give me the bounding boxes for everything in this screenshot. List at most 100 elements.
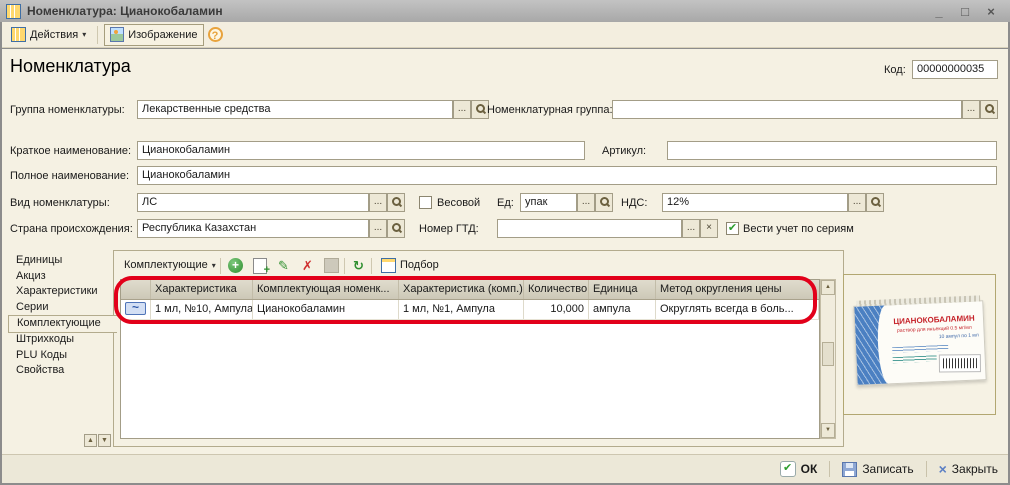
col-header-quantity[interactable]: Количество [524, 280, 589, 299]
cell-unit[interactable]: ампула [589, 300, 656, 319]
toolbar-separator [97, 26, 98, 44]
main-toolbar: Действия ▾ Изображение ? [2, 22, 1008, 48]
actions-menu-button[interactable]: Действия ▾ [6, 25, 91, 45]
table-row[interactable]: ~ 1 мл, №10, Ампула Цианокобаламин 1 мл,… [121, 300, 819, 320]
col-header-pointer[interactable] [121, 280, 151, 299]
nomgroup-lookup-button[interactable] [980, 100, 998, 119]
scroll-up-button[interactable]: ▲ [821, 280, 835, 295]
save-button[interactable]: Записать [838, 460, 917, 479]
product-photo: ЦИАНОКОБАЛАМИН раствор для инъекций 0.5 … [853, 300, 986, 386]
col-header-unit[interactable]: Единица [589, 280, 656, 299]
footer-separator [926, 461, 927, 477]
product-box-blue-panel [854, 306, 887, 385]
country-lookup-button[interactable] [387, 219, 405, 238]
vat-ellipsis-button[interactable]: ... [848, 193, 866, 212]
country-field[interactable]: Республика Казахстан [137, 219, 369, 238]
floppy-disk-icon [842, 462, 857, 477]
country-label: Страна происхождения: [10, 223, 133, 235]
components-table[interactable]: Характеристика Комплектующая номенк... Х… [120, 279, 820, 439]
gtd-label: Номер ГТД: [419, 223, 479, 235]
gtd-clear-button[interactable]: × [700, 219, 718, 238]
tab-series[interactable]: Серии [8, 300, 113, 316]
panel-toolbar-separator [371, 258, 372, 274]
cell-component[interactable]: Цианокобаламин [253, 300, 399, 319]
tab-units[interactable]: Единицы [8, 253, 113, 269]
kind-ellipsis-button[interactable]: ... [369, 193, 387, 212]
scroll-down-button[interactable]: ▼ [821, 423, 835, 438]
col-header-component[interactable]: Комплектующая номенк... [253, 280, 399, 299]
add-row-button[interactable]: + [228, 258, 243, 273]
group-ellipsis-button[interactable]: ... [453, 100, 471, 119]
nomgroup-field[interactable] [612, 100, 962, 119]
ok-button[interactable]: ✔ ОК [776, 459, 822, 479]
save-button-label: Записать [862, 462, 913, 476]
close-form-button[interactable]: × Закрыть [935, 460, 1002, 478]
code-field[interactable]: 00000000035 [912, 60, 998, 79]
help-button[interactable]: ? [208, 27, 223, 42]
vat-lookup-button[interactable] [866, 193, 884, 212]
tab-characteristics[interactable]: Характеристики [8, 284, 113, 300]
panel-toolbar-separator [220, 258, 221, 274]
pick-button[interactable]: Подбор [377, 256, 443, 274]
edit-row-button[interactable]: ✎ [276, 258, 291, 273]
unit-field[interactable]: упак [520, 193, 577, 212]
cell-characteristic[interactable]: 1 мл, №10, Ампула [151, 300, 253, 319]
product-box-fineprint [893, 355, 937, 363]
table-vertical-scrollbar[interactable]: ▲ ▼ [820, 279, 836, 439]
magnifier-icon [475, 103, 486, 114]
unit-lookup-button[interactable] [595, 193, 613, 212]
tab-scroll-down-button[interactable]: ▼ [98, 434, 111, 447]
country-ellipsis-button[interactable]: ... [369, 219, 387, 238]
gtd-field[interactable] [497, 219, 682, 238]
panel-toolbar-separator [344, 258, 345, 274]
weight-checkbox[interactable] [419, 196, 432, 209]
full-name-field[interactable]: Цианокобаламин [137, 166, 997, 185]
tab-plu-codes[interactable]: PLU Коды [8, 348, 113, 364]
cell-comp-characteristic[interactable]: 1 мл, №1, Ампула [399, 300, 524, 319]
table-header-row: Характеристика Комплектующая номенк... Х… [121, 280, 819, 300]
product-box-dose-line: 10 ампул по 1 мл [889, 332, 979, 342]
chevron-down-icon: ▾ [82, 30, 86, 39]
tab-barcodes[interactable]: Штрихкоды [8, 332, 113, 348]
kind-field[interactable]: ЛС [137, 193, 369, 212]
nomgroup-ellipsis-button[interactable]: ... [962, 100, 980, 119]
tab-components[interactable]: Комплектующие [8, 315, 117, 333]
article-field[interactable] [667, 141, 997, 160]
components-menu-button[interactable]: Комплектующие ▾ [120, 256, 220, 274]
col-header-comp-characteristic[interactable]: Характеристика (комп.) [399, 280, 524, 299]
maximize-button[interactable]: □ [952, 4, 978, 19]
product-barcode [939, 354, 981, 372]
row-pointer-cell: ~ [121, 300, 151, 319]
scrollbar-thumb[interactable] [822, 342, 834, 366]
weight-label: Весовой [437, 197, 480, 209]
nomgroup-label: Номенклатурная группа: [487, 104, 613, 116]
close-button-label: Закрыть [952, 462, 998, 476]
group-field[interactable]: Лекарственные средства [137, 100, 453, 119]
close-button[interactable]: × [978, 4, 1004, 19]
unit-ellipsis-button[interactable]: ... [577, 193, 595, 212]
minimize-button[interactable]: _ [926, 4, 952, 19]
cell-rounding[interactable]: Округлять всегда в боль... [656, 300, 819, 319]
tab-properties[interactable]: Свойства [8, 363, 113, 379]
gtd-ellipsis-button[interactable]: ... [682, 219, 700, 238]
refresh-button[interactable]: ↻ [351, 258, 366, 273]
short-name-field[interactable]: Цианокобаламин [137, 141, 585, 160]
blue-cross-icon: × [939, 462, 947, 476]
delete-row-button[interactable]: ✗ [300, 258, 315, 273]
tab-scroll-up-button[interactable]: ▲ [84, 434, 97, 447]
image-button-label: Изображение [128, 29, 197, 41]
tab-excise[interactable]: Акциз [8, 269, 113, 285]
cell-quantity[interactable]: 10,000 [524, 300, 589, 319]
product-box-fineprint [892, 345, 948, 353]
vat-field[interactable]: 12% [662, 193, 848, 212]
series-checkbox[interactable]: ✔ [726, 222, 739, 235]
image-button[interactable]: Изображение [104, 24, 203, 46]
group-label: Группа номенклатуры: [10, 104, 125, 116]
kind-lookup-button[interactable] [387, 193, 405, 212]
window-title: Номенклатура: Цианокобаламин [27, 4, 926, 18]
actions-table-icon [11, 27, 26, 42]
copy-row-button[interactable] [253, 258, 267, 274]
col-header-characteristic[interactable]: Характеристика [151, 280, 253, 299]
col-header-rounding[interactable]: Метод округления цены [656, 280, 819, 299]
product-image-frame: ЦИАНОКОБАЛАМИН раствор для инъекций 0.5 … [843, 274, 996, 415]
